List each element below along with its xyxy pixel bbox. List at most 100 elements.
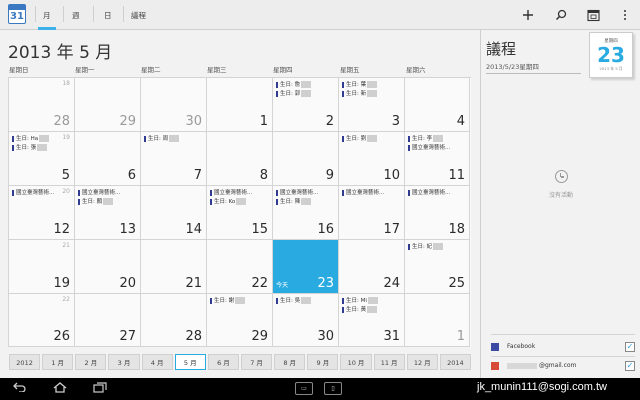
weekday-label: 星期三 bbox=[207, 66, 227, 74]
day-cell[interactable]: 1 bbox=[405, 294, 470, 347]
day-cell[interactable]: 29 生日: 謝 bbox=[207, 294, 273, 347]
account-checkbox[interactable]: ✓ bbox=[625, 342, 635, 352]
day-cell[interactable]: 12 20 國立臺灣藝術... bbox=[9, 186, 75, 240]
day-cell-today[interactable]: 23 今天 bbox=[273, 240, 339, 294]
day-cell[interactable]: 28 18 bbox=[9, 78, 75, 132]
calendar-app-icon[interactable]: 31 bbox=[8, 4, 26, 24]
month-button[interactable]: 12 月 bbox=[406, 354, 438, 370]
day-cell[interactable]: 29 bbox=[75, 78, 141, 132]
day-cell[interactable]: 18 國立臺灣藝術... bbox=[405, 186, 470, 240]
event-chip[interactable]: 生日: 黃 bbox=[342, 306, 394, 314]
event-chip[interactable]: 生日: 吳 bbox=[276, 297, 328, 305]
event-chip[interactable]: 國立臺灣藝術... bbox=[78, 189, 130, 197]
day-cell[interactable]: 30 生日: 吳 bbox=[273, 294, 339, 347]
tab-month[interactable]: 月 bbox=[38, 10, 55, 30]
day-cell[interactable]: 16 國立臺灣藝術... 生日: 陳 bbox=[273, 186, 339, 240]
day-number: 25 bbox=[448, 276, 465, 291]
recent-apps-button[interactable] bbox=[92, 382, 108, 396]
overflow-menu-button[interactable] bbox=[616, 6, 634, 24]
day-cell[interactable]: 2 生日: 詹生日: 郭 bbox=[273, 78, 339, 132]
event-chip[interactable]: 國立臺灣藝術... bbox=[342, 189, 394, 197]
month-title: 2013 年 5 月 bbox=[8, 43, 113, 63]
month-button[interactable]: 2 月 bbox=[75, 354, 107, 370]
tab-day[interactable]: 日 bbox=[104, 10, 112, 21]
event-chip[interactable]: 生日: 郭 bbox=[276, 90, 328, 98]
day-cell[interactable]: 1 bbox=[207, 78, 273, 132]
event-title: 生日: 謝 bbox=[214, 298, 235, 304]
day-cell[interactable]: 25 生日: 紀 bbox=[405, 240, 470, 294]
account-checkbox[interactable]: ✓ bbox=[625, 361, 635, 371]
home-button[interactable] bbox=[52, 382, 68, 396]
day-cell[interactable]: 31 生日: Mi 生日: 黃 bbox=[339, 294, 405, 347]
account-row-gmail[interactable]: @gmail.com ✓ bbox=[491, 359, 635, 373]
month-button[interactable]: 10 月 bbox=[340, 354, 372, 370]
back-button[interactable] bbox=[12, 382, 28, 396]
date-tile[interactable]: 星期四 23 2013 年 5 月 bbox=[589, 32, 633, 78]
day-cell[interactable]: 17 國立臺灣藝術... bbox=[339, 186, 405, 240]
event-chip[interactable]: 生日: 紀 bbox=[408, 243, 460, 251]
event-chip[interactable]: 生日: 葉 bbox=[342, 81, 394, 89]
event-chip[interactable]: 生日: 謝 bbox=[210, 297, 262, 305]
event-chip[interactable]: 生日: 張 bbox=[12, 144, 64, 152]
month-button[interactable]: 7 月 bbox=[241, 354, 273, 370]
day-cell[interactable]: 21 bbox=[141, 240, 207, 294]
event-chip[interactable]: 生日: Ko bbox=[210, 198, 262, 206]
event-chip[interactable]: 國立臺灣藝術... bbox=[210, 189, 262, 197]
day-cell[interactable]: 4 bbox=[405, 78, 470, 132]
month-button[interactable]: 4 月 bbox=[141, 354, 173, 370]
month-button[interactable]: 3 月 bbox=[108, 354, 140, 370]
month-button[interactable]: 6 月 bbox=[207, 354, 239, 370]
day-cell[interactable]: 28 bbox=[141, 294, 207, 347]
day-cell[interactable]: 9 bbox=[273, 132, 339, 186]
day-cell[interactable]: 26 22 bbox=[9, 294, 75, 347]
month-button[interactable]: 5 月 bbox=[174, 354, 206, 370]
day-cell[interactable]: 19 21 bbox=[9, 240, 75, 294]
event-chip[interactable]: 國立臺灣藝術... bbox=[276, 189, 328, 197]
event-chip[interactable]: 生日: 周 bbox=[144, 135, 196, 143]
event-chip[interactable]: 生日: 詹 bbox=[276, 81, 328, 89]
account-row-facebook[interactable]: Facebook ✓ bbox=[491, 340, 635, 354]
day-cell[interactable]: 22 bbox=[207, 240, 273, 294]
event-chip[interactable]: 生日: Ha bbox=[12, 135, 64, 143]
home-icon bbox=[53, 382, 67, 393]
day-cell[interactable]: 30 bbox=[141, 78, 207, 132]
event-chip[interactable]: 國立臺灣藝術... bbox=[408, 189, 460, 197]
event-chip[interactable]: 國立臺灣藝術... bbox=[12, 189, 64, 197]
small-app-window-button[interactable]: ▭ bbox=[295, 382, 313, 395]
day-cell[interactable]: 7 生日: 周 bbox=[141, 132, 207, 186]
tab-agenda[interactable]: 議程 bbox=[131, 10, 146, 21]
prev-year-button[interactable]: 2012 bbox=[9, 354, 41, 370]
event-chip[interactable]: 生日: 劉 bbox=[342, 135, 394, 143]
day-number: 1 bbox=[456, 329, 465, 344]
day-cell[interactable]: 11 生日: 李國立臺灣藝術... bbox=[405, 132, 470, 186]
day-cell[interactable]: 15 國立臺灣藝術... 生日: Ko bbox=[207, 186, 273, 240]
day-cell[interactable]: 14 bbox=[141, 186, 207, 240]
day-number: 10 bbox=[383, 168, 400, 183]
event-chip[interactable]: 生日: 新 bbox=[342, 90, 394, 98]
day-cell[interactable]: 24 bbox=[339, 240, 405, 294]
event-chip[interactable]: 生日: 李 bbox=[408, 135, 460, 143]
month-button[interactable]: 1 月 bbox=[42, 354, 74, 370]
go-to-today-button[interactable] bbox=[584, 6, 602, 24]
day-cell[interactable]: 3 生日: 葉生日: 新 bbox=[339, 78, 405, 132]
small-app-phone-button[interactable]: ▯ bbox=[324, 382, 342, 395]
account-color-swatch bbox=[491, 343, 499, 351]
add-event-button[interactable] bbox=[519, 6, 537, 24]
day-cell[interactable]: 13 國立臺灣藝術... 生日: 顏 bbox=[75, 186, 141, 240]
day-cell[interactable]: 20 bbox=[75, 240, 141, 294]
month-button[interactable]: 9 月 bbox=[307, 354, 339, 370]
event-chip[interactable]: 生日: 陳 bbox=[276, 198, 328, 206]
event-chip[interactable]: 生日: Mi bbox=[342, 297, 394, 305]
day-cell[interactable]: 27 bbox=[75, 294, 141, 347]
day-cell[interactable]: 8 bbox=[207, 132, 273, 186]
day-cell[interactable]: 10 生日: 劉 bbox=[339, 132, 405, 186]
month-button[interactable]: 8 月 bbox=[274, 354, 306, 370]
day-cell[interactable]: 5 19 生日: Ha 生日: 張 bbox=[9, 132, 75, 186]
event-chip[interactable]: 國立臺灣藝術... bbox=[408, 144, 460, 152]
search-button[interactable] bbox=[552, 6, 570, 24]
tab-week[interactable]: 週 bbox=[72, 10, 80, 21]
day-cell[interactable]: 6 bbox=[75, 132, 141, 186]
event-chip[interactable]: 生日: 顏 bbox=[78, 198, 130, 206]
month-button[interactable]: 11 月 bbox=[373, 354, 405, 370]
next-year-button[interactable]: 2014 bbox=[439, 354, 471, 370]
